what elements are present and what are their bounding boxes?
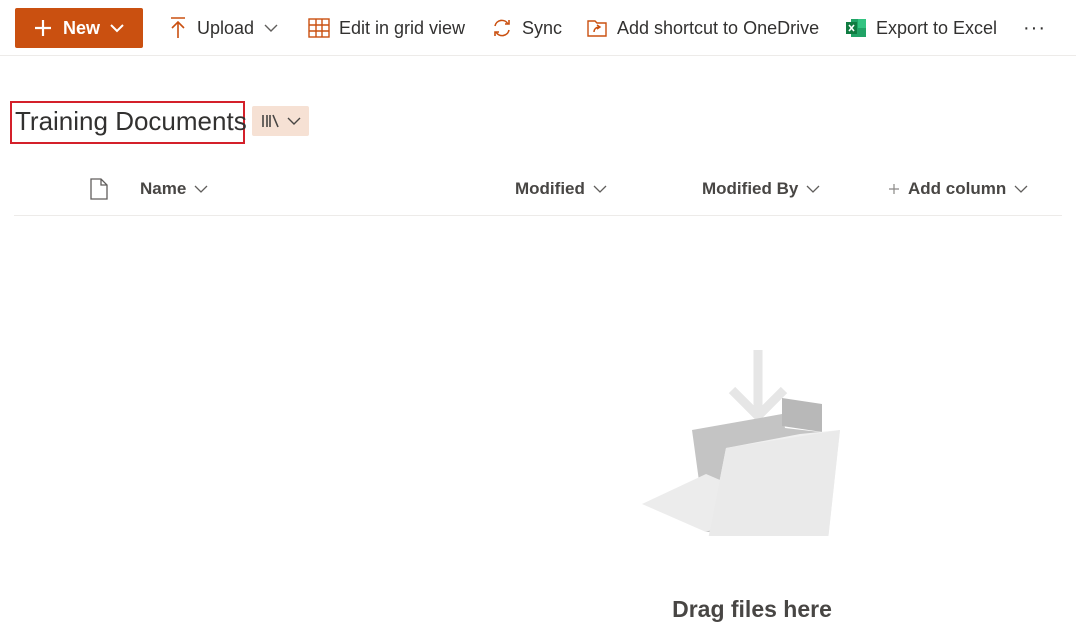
chevron-down-icon (593, 185, 607, 193)
empty-folder-illustration (642, 350, 840, 536)
file-icon[interactable] (90, 178, 108, 200)
add-column-button[interactable]: Add column (888, 176, 1028, 202)
column-header-row: Name Modified Modified By Add column (14, 170, 1062, 216)
edit-grid-view-button[interactable]: Edit in grid view (308, 14, 465, 42)
page-title: Training Documents (15, 106, 247, 136)
add-shortcut-label: Add shortcut to OneDrive (617, 17, 820, 38)
add-column-label: Add column (908, 179, 1007, 198)
sync-label: Sync (522, 17, 563, 38)
chevron-down-icon (194, 185, 208, 193)
excel-icon (846, 19, 866, 37)
upload-icon (171, 17, 185, 38)
more-options-button[interactable]: ··· (1023, 14, 1046, 42)
column-header-modified[interactable]: Modified (515, 176, 607, 202)
plus-icon (889, 184, 899, 194)
chevron-down-icon (1014, 185, 1028, 193)
new-button[interactable]: New (15, 8, 143, 48)
edit-grid-view-label: Edit in grid view (339, 17, 466, 38)
add-shortcut-button[interactable]: Add shortcut to OneDrive (586, 14, 819, 42)
column-modified-label: Modified (515, 179, 585, 198)
empty-state-message: Drag files here (672, 596, 832, 622)
chevron-down-icon (806, 185, 820, 193)
sync-icon (494, 19, 510, 37)
export-excel-label: Export to Excel (876, 17, 998, 38)
upload-button[interactable]: Upload (168, 14, 278, 42)
column-name-label: Name (140, 179, 187, 198)
column-header-name[interactable]: Name (140, 176, 208, 202)
shortcut-icon (587, 20, 607, 37)
grid-icon (308, 18, 330, 38)
new-button-label: New (63, 17, 101, 38)
sync-button[interactable]: Sync (491, 14, 562, 42)
command-bar: New Upload Edit in grid view Sync Add sh… (0, 0, 1076, 56)
more-options-label: ··· (1023, 16, 1046, 39)
view-options-button[interactable] (252, 106, 309, 136)
chevron-down-icon (264, 24, 278, 32)
chevron-down-icon (110, 24, 124, 33)
plus-icon (35, 20, 51, 36)
upload-label: Upload (197, 17, 255, 38)
chevron-down-icon (287, 117, 300, 125)
column-modified-by-label: Modified By (702, 179, 799, 198)
export-excel-button[interactable]: Export to Excel (845, 14, 997, 42)
library-icon (261, 114, 279, 128)
column-header-modified-by[interactable]: Modified By (702, 176, 820, 202)
